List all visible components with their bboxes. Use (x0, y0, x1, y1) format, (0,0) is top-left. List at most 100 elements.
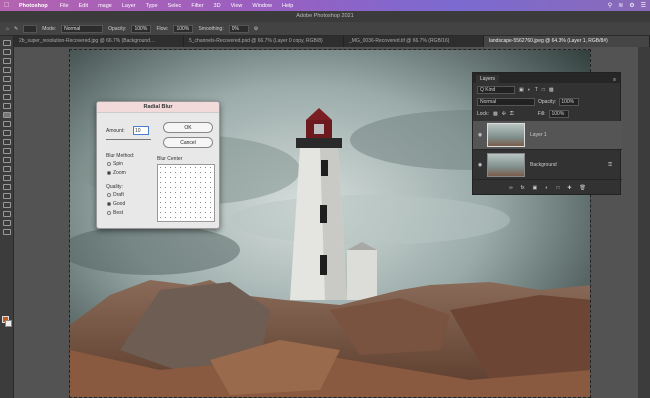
gradient-tool-icon[interactable] (2, 148, 11, 154)
blur-tool-icon[interactable] (2, 157, 11, 163)
crop-tool-icon[interactable] (2, 76, 11, 82)
frame-tool-icon[interactable] (2, 85, 11, 91)
menu-help[interactable]: Help (282, 3, 293, 9)
brush-size-field[interactable] (23, 24, 38, 33)
path-select-tool-icon[interactable] (2, 193, 11, 199)
tab-layers[interactable]: Layers (476, 75, 500, 83)
lasso-tool-icon[interactable] (2, 58, 11, 64)
type-tool-icon[interactable] (2, 184, 11, 190)
wifi-icon[interactable]: ≋ (618, 2, 623, 9)
opacity-label: Opacity: (108, 25, 127, 32)
lock-row: Lock: ▩ ✣ ⚿ Fill: 100% (477, 110, 570, 118)
blur-center-label: Blur Center (157, 156, 183, 162)
search-icon[interactable]: ⚲ (608, 2, 612, 9)
filter-shape-icon[interactable]: □ (542, 87, 545, 93)
history-brush-icon[interactable] (2, 130, 11, 136)
move-tool-icon[interactable] (2, 40, 11, 46)
status-icons: ⚲ ≋ ⚙ ☰ (608, 0, 646, 11)
apple-icon[interactable]:  (4, 2, 11, 9)
background-color-swatch[interactable] (5, 320, 12, 327)
best-radio[interactable]: Best (107, 210, 123, 216)
brush-tool-icon[interactable] (2, 112, 11, 118)
blur-method-label: Blur Method: (106, 153, 135, 159)
flow-field[interactable]: 100% (173, 24, 194, 33)
zoom-tool-icon[interactable] (2, 220, 11, 226)
menu-bar:  Photoshop File Edit mage Layer Type Se… (0, 0, 650, 11)
menu-window[interactable]: Window (252, 3, 272, 9)
menu-image[interactable]: mage (98, 3, 112, 9)
eyedropper-tool-icon[interactable] (2, 94, 11, 100)
layer-row-layer-1[interactable]: ◉ Layer 1 (473, 121, 622, 150)
dialog-title: Radial Blur (97, 102, 219, 113)
add-mask-icon[interactable]: ▣ (533, 185, 538, 191)
layer-row-background[interactable]: ◉ Background ⚿ (473, 151, 622, 180)
dodge-tool-icon[interactable] (2, 166, 11, 172)
filter-adjustment-icon[interactable]: ◐ (528, 87, 531, 93)
tab-super-resolution[interactable]: 2b_super_resolution-Recovered.jpg @ 66.7… (14, 36, 184, 47)
mode-select[interactable]: Normal (61, 24, 104, 33)
menu-layer[interactable]: Layer (122, 3, 136, 9)
visibility-eye-icon[interactable]: ◉ (473, 132, 487, 138)
radial-blur-dialog: Radial Blur Amount: 10 OK Cancel Blur Me… (96, 101, 220, 229)
more-tools-icon[interactable] (2, 229, 11, 235)
quick-select-tool-icon[interactable] (2, 67, 11, 73)
hand-tool-icon[interactable] (2, 211, 11, 217)
adjustment-layer-icon[interactable]: ◐ (545, 185, 548, 191)
zoom-radio[interactable]: Zoom (107, 170, 126, 176)
smoothing-field[interactable]: 0% (228, 24, 249, 33)
brush-tool-icon[interactable]: ✎ (14, 26, 18, 32)
menu-3d[interactable]: 3D (214, 3, 221, 9)
shape-tool-icon[interactable] (2, 202, 11, 208)
blend-mode-select[interactable]: Normal (477, 98, 535, 106)
lock-all-icon[interactable]: ⚿ (510, 111, 514, 117)
menu-edit[interactable]: Edit (79, 3, 88, 9)
tab-mg-0036[interactable]: _MG_0036-Recovered.tif @ 66.7% (RGB/16) (344, 36, 484, 47)
eraser-tool-icon[interactable] (2, 139, 11, 145)
home-icon[interactable]: ⌂ (6, 26, 9, 32)
healing-tool-icon[interactable] (2, 103, 11, 109)
ok-button[interactable]: OK (163, 122, 213, 133)
menu-filter[interactable]: Filter (191, 3, 203, 9)
new-layer-icon[interactable]: ✚ (567, 185, 571, 191)
control-center-icon[interactable]: ☰ (641, 2, 646, 9)
right-panel-strip (638, 47, 650, 398)
layer-name[interactable]: Background (530, 162, 557, 168)
marquee-tool-icon[interactable] (2, 49, 11, 55)
tab-landscape[interactable]: landscape-5562760.jpeg @ 64.3% (Layer 1,… (484, 36, 650, 47)
layer-thumbnail (487, 123, 525, 147)
layer-opacity-field[interactable]: 100% (559, 98, 580, 106)
lock-position-icon[interactable]: ✣ (502, 111, 506, 117)
pen-tool-icon[interactable] (2, 175, 11, 181)
settings-icon[interactable]: ⚙ (629, 2, 634, 9)
good-radio[interactable]: Good (107, 201, 125, 207)
trash-icon[interactable]: 🗑 (580, 185, 586, 191)
filter-pixel-icon[interactable]: ▣ (519, 87, 524, 93)
menu-type[interactable]: Type (146, 3, 158, 9)
filter-smart-icon[interactable]: ▩ (549, 87, 554, 93)
gear-icon[interactable]: ⚙ (254, 26, 258, 32)
stamp-tool-icon[interactable] (2, 121, 11, 127)
draft-radio[interactable]: Draft (107, 192, 124, 198)
cancel-button[interactable]: Cancel (163, 137, 213, 148)
fx-icon[interactable]: fx (521, 185, 525, 191)
spin-radio[interactable]: Spin (107, 161, 123, 167)
opacity-field[interactable]: 100% (131, 24, 152, 33)
fill-field[interactable]: 100% (549, 110, 570, 118)
tab-channels[interactable]: 5_channels-Recovered.psd @ 66.7% (Layer … (184, 36, 344, 47)
visibility-eye-icon[interactable]: ◉ (473, 162, 487, 168)
menu-view[interactable]: View (231, 3, 243, 9)
new-group-icon[interactable]: □ (556, 185, 559, 191)
link-layers-icon[interactable]: ∞ (509, 185, 513, 191)
layer-name[interactable]: Layer 1 (530, 132, 547, 138)
menu-file[interactable]: File (60, 3, 69, 9)
amount-input[interactable]: 10 (133, 126, 149, 135)
menu-select[interactable]: Selec (168, 3, 182, 9)
amount-slider[interactable] (106, 139, 151, 140)
kind-filter-select[interactable]: Q Kind (477, 86, 515, 94)
filter-type-icon[interactable]: T (535, 87, 538, 93)
lock-pixels-icon[interactable]: ▩ (493, 111, 498, 117)
app-name[interactable]: Photoshop (19, 3, 48, 9)
blur-center-preview[interactable] (157, 164, 215, 222)
panel-menu-icon[interactable]: ≡ (613, 77, 616, 83)
quality-label: Quality: (106, 184, 123, 190)
